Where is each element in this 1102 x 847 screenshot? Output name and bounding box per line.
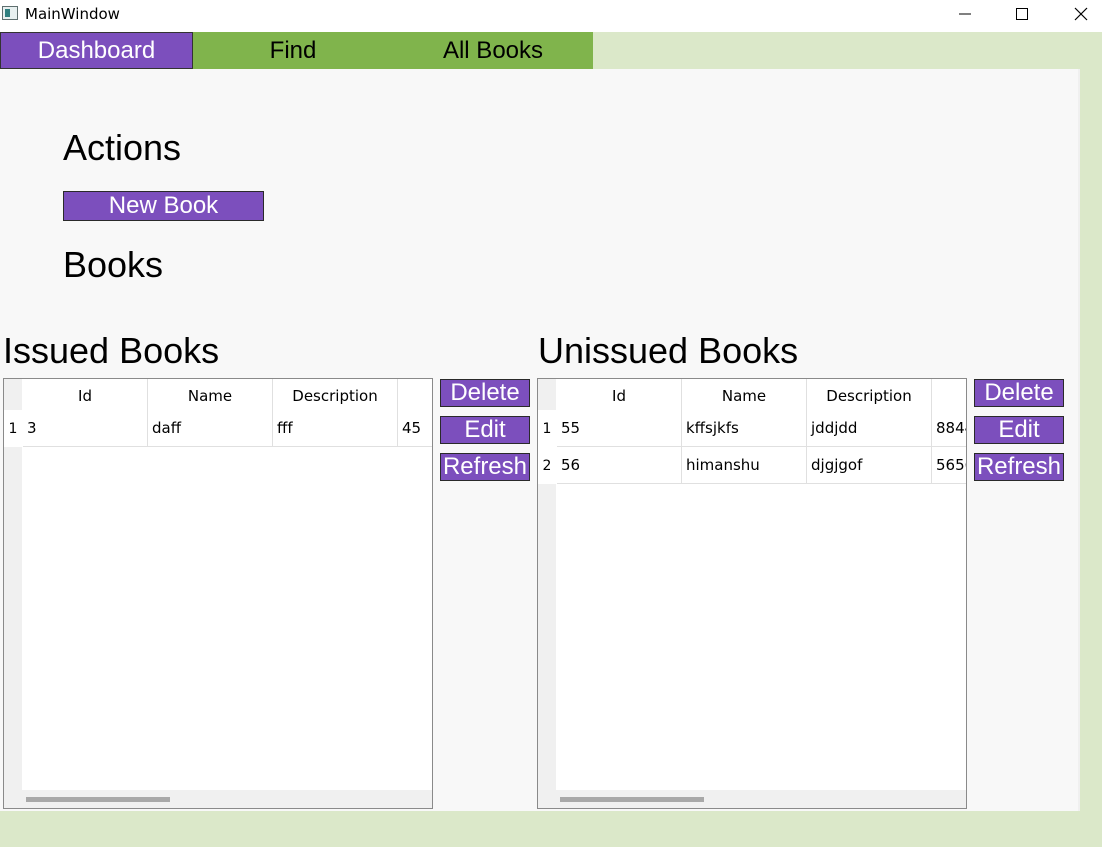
row-number: 2 xyxy=(538,447,556,484)
cell-name[interactable]: himanshu xyxy=(682,447,807,484)
cell-description[interactable]: djgjgof xyxy=(807,447,932,484)
close-button[interactable] xyxy=(1052,0,1102,28)
tab-find[interactable]: Find xyxy=(193,32,393,69)
column-header-name[interactable]: Name xyxy=(148,379,273,412)
cell-extra[interactable]: 45 xyxy=(398,410,432,447)
unissued-books-grid[interactable]: Id Name Description 1 55 kffsjkfs jddjdd… xyxy=(537,378,967,809)
column-header-extra[interactable] xyxy=(398,379,432,412)
tab-all-books[interactable]: All Books xyxy=(393,32,593,69)
unissued-refresh-button[interactable]: Refresh xyxy=(974,453,1064,481)
window-title: MainWindow xyxy=(25,5,120,23)
column-header-description[interactable]: Description xyxy=(273,379,398,412)
minimize-button[interactable] xyxy=(936,0,994,28)
horizontal-scrollbar[interactable] xyxy=(22,790,432,808)
column-header-id[interactable]: Id xyxy=(557,379,682,412)
row-number: 1 xyxy=(4,410,22,447)
table-row[interactable]: 2 56 himanshu djgjgof 5656 xyxy=(538,447,966,484)
minimize-icon xyxy=(959,13,971,15)
cell-name[interactable]: daff xyxy=(148,410,273,447)
actions-heading: Actions xyxy=(63,127,182,168)
app-window-icon xyxy=(2,6,18,20)
column-header-extra[interactable] xyxy=(932,379,966,412)
cell-id[interactable]: 55 xyxy=(557,410,682,447)
table-row[interactable]: 1 3 daff fff 45 xyxy=(4,410,432,447)
new-book-button[interactable]: New Book xyxy=(63,191,264,221)
cell-id[interactable]: 56 xyxy=(557,447,682,484)
table-row[interactable]: 1 55 kffsjkfs jddjdd 8844 xyxy=(538,410,966,447)
issued-refresh-button[interactable]: Refresh xyxy=(440,453,530,481)
cell-extra[interactable]: 8844 xyxy=(932,410,966,447)
issued-books-title: Issued Books xyxy=(3,330,220,371)
column-header-id[interactable]: Id xyxy=(23,379,148,412)
tab-dashboard[interactable]: Dashboard xyxy=(0,32,193,69)
issued-delete-button[interactable]: Delete xyxy=(440,379,530,407)
issued-books-grid[interactable]: Id Name Description 1 3 daff fff 45 xyxy=(3,378,433,809)
tab-bar: Dashboard Find All Books xyxy=(0,32,593,69)
cell-description[interactable]: fff xyxy=(273,410,398,447)
row-number: 1 xyxy=(538,410,556,447)
cell-name[interactable]: kffsjkfs xyxy=(682,410,807,447)
cell-description[interactable]: jddjdd xyxy=(807,410,932,447)
unissued-delete-button[interactable]: Delete xyxy=(974,379,1064,407)
books-heading: Books xyxy=(63,244,164,285)
issued-edit-button[interactable]: Edit xyxy=(440,416,530,444)
column-header-description[interactable]: Description xyxy=(807,379,932,412)
unissued-edit-button[interactable]: Edit xyxy=(974,416,1064,444)
close-icon xyxy=(1074,7,1088,21)
scrollbar-thumb[interactable] xyxy=(560,797,704,802)
maximize-icon xyxy=(1016,8,1028,20)
title-bar: MainWindow xyxy=(0,0,1102,32)
dashboard-panel: Actions New Book Books Issued Books Id N… xyxy=(0,69,1080,811)
cell-id[interactable]: 3 xyxy=(23,410,148,447)
maximize-button[interactable] xyxy=(993,0,1051,28)
unissued-books-title: Unissued Books xyxy=(538,330,799,371)
column-header-name[interactable]: Name xyxy=(682,379,807,412)
cell-extra[interactable]: 5656 xyxy=(932,447,966,484)
scrollbar-thumb[interactable] xyxy=(26,797,170,802)
horizontal-scrollbar[interactable] xyxy=(556,790,966,808)
